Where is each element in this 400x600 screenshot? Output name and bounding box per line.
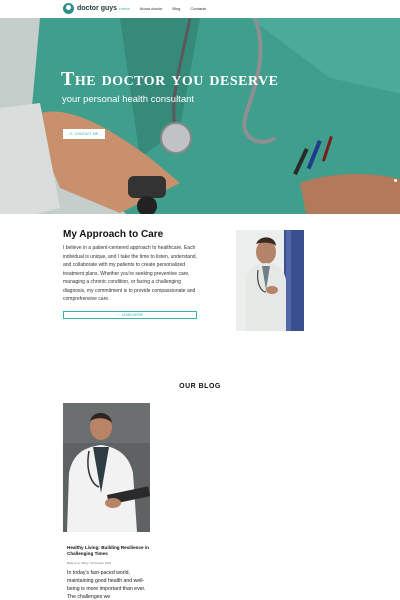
contact-me-button[interactable]: ✆ CONTACT ME bbox=[63, 129, 105, 139]
doctor-portrait-image bbox=[236, 230, 304, 331]
blog-post-title[interactable]: Healthy Living: Building Resilience in C… bbox=[67, 545, 149, 557]
stethoscope-logo-icon bbox=[63, 3, 74, 14]
nav-about-doctor[interactable]: About doctor bbox=[140, 6, 163, 11]
blog-post-image[interactable] bbox=[63, 403, 150, 532]
nav-blog[interactable]: Blog bbox=[172, 6, 180, 11]
nav-home[interactable]: Home bbox=[119, 6, 130, 11]
hero-title: The doctor you deserve bbox=[61, 68, 279, 90]
blog-post-category[interactable]: Blog bbox=[82, 561, 88, 565]
blog-heading: OUR BLOG bbox=[179, 383, 221, 390]
hero-doctor-image bbox=[0, 18, 400, 214]
main-nav: Home About doctor Blog Contacts bbox=[119, 6, 206, 11]
brand-logo[interactable]: doctor guys bbox=[63, 3, 117, 14]
learn-more-label: LEARN MORE bbox=[121, 313, 143, 317]
approach-body: I believe in a patient-centered approach… bbox=[63, 245, 197, 302]
learn-more-button[interactable]: ♡ LEARN MORE bbox=[63, 311, 197, 319]
approach-title: My Approach to Care bbox=[63, 229, 164, 240]
phone-icon: ✆ bbox=[69, 132, 73, 136]
blog-post-author[interactable]: Bella Cruz bbox=[67, 561, 80, 565]
heart-icon: ♡ bbox=[117, 313, 120, 317]
blog-post-card[interactable]: Healthy Living: Building Resilience in C… bbox=[63, 403, 150, 600]
contact-me-label: CONTACT ME bbox=[74, 132, 99, 136]
blog-post-excerpt: In today's fast-paced world, maintaining… bbox=[67, 570, 146, 600]
blog-post-meta: Bella Cruz / Blog / 10 October 2023 bbox=[67, 561, 111, 565]
blog-post-date: 10 October 2023 bbox=[90, 561, 112, 565]
site-header: doctor guys Home About doctor Blog Conta… bbox=[0, 0, 400, 18]
brand-name: doctor guys bbox=[77, 5, 118, 12]
nav-contacts[interactable]: Contacts bbox=[190, 6, 206, 11]
carousel-dot[interactable] bbox=[394, 179, 397, 182]
hero-banner: The doctor you deserve your personal hea… bbox=[0, 18, 400, 214]
hero-subtitle: your personal health consultant bbox=[62, 94, 195, 105]
